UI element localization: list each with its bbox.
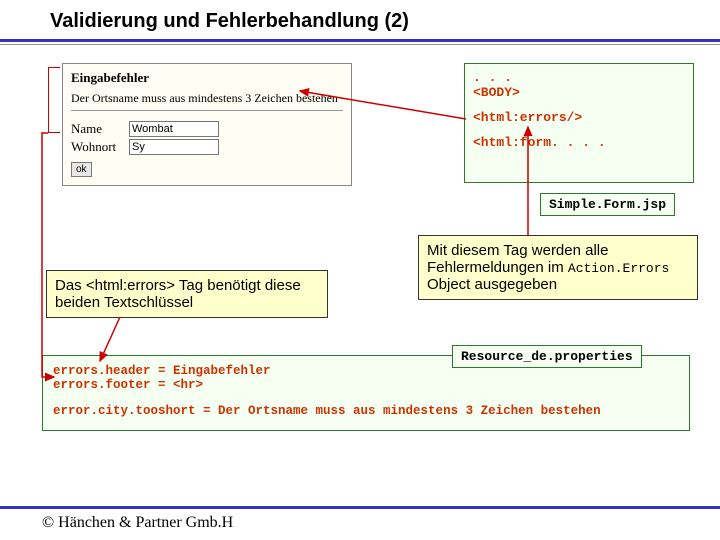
note-right: Mit diesem Tag werden alle Fehlermeldung… xyxy=(418,235,698,300)
note-right-classname: Action.Errors xyxy=(568,261,669,276)
note-left: Das <html:errors> Tag benötigt diese bei… xyxy=(46,270,328,318)
props-filename-label: Resource_de.properties xyxy=(452,345,642,368)
jsp-line-4: <html:form. . . . xyxy=(473,135,685,150)
note-right-text-2: Object ausgegeben xyxy=(427,276,557,293)
label-name: Name xyxy=(71,121,129,137)
submit-button[interactable]: ok xyxy=(71,162,92,177)
jsp-line-2: <BODY> xyxy=(473,85,685,100)
page-title: Validierung und Fehlerbehandlung (2) xyxy=(0,0,720,39)
title-rule-blue xyxy=(0,39,720,42)
props-line-tooshort: error.city.tooshort = Der Ortsname muss … xyxy=(53,404,679,418)
jsp-line-3: <html:errors/> xyxy=(473,110,685,125)
label-city: Wohnort xyxy=(71,139,129,155)
bracket-red xyxy=(48,67,60,133)
form-error-title: Eingabefehler xyxy=(71,70,343,86)
footer-copyright: © Hänchen & Partner Gmb.H xyxy=(0,506,720,540)
form-error-msg: Der Ortsname muss aus mindestens 3 Zeich… xyxy=(71,91,343,106)
props-line-footer: errors.footer = <hr> xyxy=(53,378,679,392)
form-hr xyxy=(71,110,343,111)
input-name[interactable] xyxy=(129,121,219,137)
form-mockup: Eingabefehler Der Ortsname muss aus mind… xyxy=(62,63,352,186)
jsp-code-box: . . . <BODY> <html:errors/> <html:form. … xyxy=(464,63,694,183)
input-city[interactable] xyxy=(129,139,219,155)
jsp-filename-label: Simple.Form.jsp xyxy=(540,193,675,216)
slide-body: Eingabefehler Der Ortsname muss aus mind… xyxy=(0,45,720,495)
jsp-line-1: . . . xyxy=(473,70,685,85)
